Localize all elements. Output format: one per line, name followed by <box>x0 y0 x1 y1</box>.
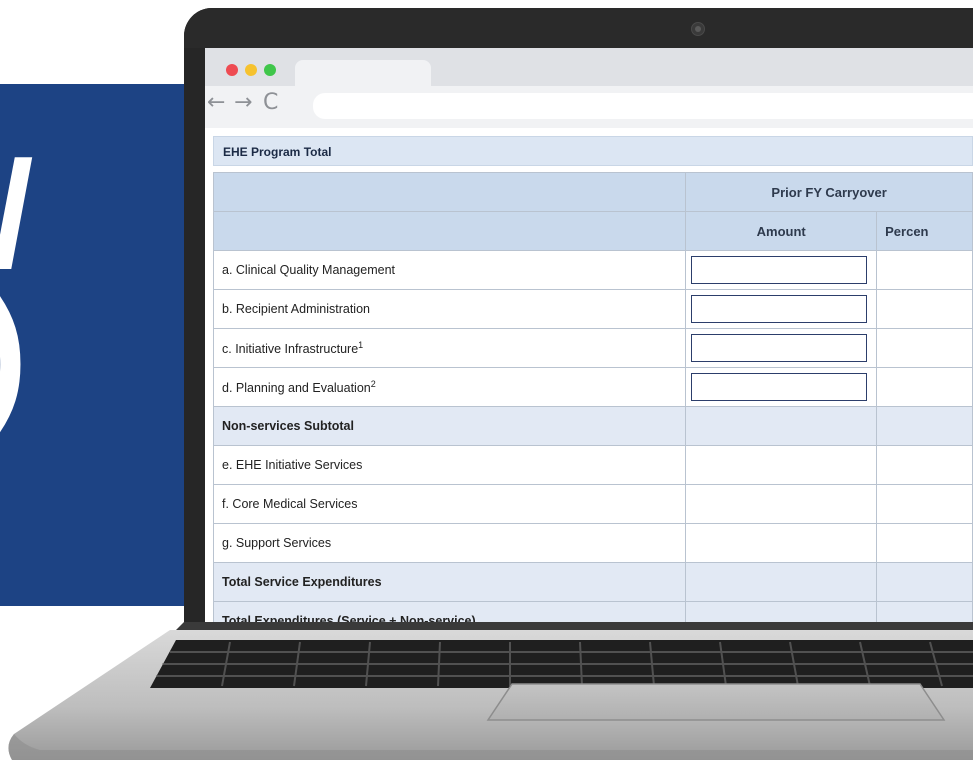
amount-input-planning-evaluation[interactable] <box>691 373 868 401</box>
row-label-text: b. Recipient Administration <box>222 302 370 316</box>
window-close-dot-icon[interactable] <box>226 64 238 76</box>
amount-input-initiative-infrastructure[interactable] <box>691 334 868 362</box>
amount-input-clinical-quality[interactable] <box>691 256 868 284</box>
percent-cell <box>876 406 973 446</box>
amount-cell <box>685 289 878 329</box>
table-row: b. Recipient Administration <box>212 289 973 329</box>
address-bar-input[interactable] <box>313 93 973 119</box>
row-label: d. Planning and Evaluation2 <box>212 367 687 407</box>
amount-cell <box>685 445 878 485</box>
total-service-row: Total Service Expenditures <box>212 562 973 602</box>
percent-cell <box>876 601 973 622</box>
table-subheader-row: Amount Percen <box>212 211 973 251</box>
percent-cell <box>876 328 973 368</box>
percent-column-header: Percen <box>876 211 973 251</box>
footnote-marker: 1 <box>358 339 364 350</box>
trackpad <box>486 683 946 721</box>
amount-header-label: Amount <box>756 223 806 239</box>
section-title: EHE Program Total <box>223 145 332 159</box>
section-header: EHE Program Total <box>213 136 973 166</box>
header-empty-cell <box>212 172 687 212</box>
percent-cell <box>876 523 973 563</box>
amount-cell <box>685 523 878 563</box>
browser-toolbar: ← → C <box>205 86 973 122</box>
amount-input-recipient-admin[interactable] <box>691 295 868 323</box>
forward-arrow-icon[interactable]: → <box>234 92 252 114</box>
total-expenditures-row: Total Expenditures (Service + Non-servic… <box>212 601 973 622</box>
row-label-text: a. Clinical Quality Management <box>222 263 395 277</box>
laptop-base <box>8 622 973 760</box>
browser-tab-strip <box>205 48 973 86</box>
row-label: b. Recipient Administration <box>212 289 687 329</box>
table-header-row: Prior FY Carryover <box>212 172 973 212</box>
amount-cell <box>685 250 878 290</box>
percent-cell <box>876 562 973 602</box>
reload-icon[interactable]: C <box>263 92 278 114</box>
header-empty-cell-2 <box>212 211 687 251</box>
table-row: a. Clinical Quality Management <box>212 250 973 290</box>
row-label-text: g. Support Services <box>222 536 332 550</box>
table-row: c. Initiative Infrastructure1 <box>212 328 973 368</box>
lid-bezel <box>184 8 973 48</box>
window-minimize-dot-icon[interactable] <box>245 64 257 76</box>
window-maximize-dot-icon[interactable] <box>264 64 276 76</box>
prior-fy-carryover-label: Prior FY Carryover <box>771 184 887 200</box>
webcam-icon <box>691 22 705 36</box>
table-row: e. EHE Initiative Services <box>212 445 973 485</box>
row-label: e. EHE Initiative Services <box>212 445 687 485</box>
percent-cell <box>876 445 973 485</box>
row-label: Non-services Subtotal <box>212 406 687 446</box>
browser-tab[interactable] <box>295 60 431 86</box>
amount-column-header: Amount <box>685 211 878 251</box>
row-label-text: c. Initiative Infrastructure <box>222 342 359 357</box>
percent-cell <box>876 367 973 407</box>
row-label: Total Service Expenditures <box>212 562 687 602</box>
row-label: c. Initiative Infrastructure1 <box>212 328 687 368</box>
subtotal-row: Non-services Subtotal <box>212 406 973 446</box>
amount-cell <box>685 328 878 368</box>
percent-cell <box>876 484 973 524</box>
row-label-text: Total Service Expenditures <box>222 575 382 589</box>
amount-cell <box>685 406 878 446</box>
row-label: g. Support Services <box>212 523 687 563</box>
laptop-screen: ← → C EHE Program Total Prior FY Carryov… <box>205 48 973 622</box>
column-group-header: Prior FY Carryover <box>685 172 973 212</box>
row-label: Total Expenditures (Service + Non-servic… <box>212 601 687 622</box>
row-label: f. Core Medical Services <box>212 484 687 524</box>
amount-cell <box>685 601 878 622</box>
budget-table: Prior FY Carryover Amount Percen a. Clin… <box>212 172 973 622</box>
percent-cell <box>876 289 973 329</box>
row-label-text: e. EHE Initiative Services <box>222 458 363 472</box>
slide-title-fragment-2: ) <box>0 276 28 426</box>
percent-cell <box>876 250 973 290</box>
row-label: a. Clinical Quality Management <box>212 250 687 290</box>
amount-cell <box>685 562 878 602</box>
row-label-text: Total Expenditures (Service + Non-servic… <box>222 614 476 622</box>
footnote-marker: 2 <box>370 378 376 389</box>
table-row: d. Planning and Evaluation2 <box>212 367 973 407</box>
web-page-content: EHE Program Total Prior FY Carryover Amo… <box>205 128 973 622</box>
amount-cell <box>685 367 878 407</box>
table-row: g. Support Services <box>212 523 973 563</box>
row-label-text: Non-services Subtotal <box>222 419 354 433</box>
back-arrow-icon[interactable]: ← <box>207 92 225 114</box>
row-label-text: d. Planning and Evaluation <box>222 381 371 396</box>
amount-cell <box>685 484 878 524</box>
percent-header-label: Percen <box>885 223 929 239</box>
table-row: f. Core Medical Services <box>212 484 973 524</box>
row-label-text: f. Core Medical Services <box>222 497 358 511</box>
